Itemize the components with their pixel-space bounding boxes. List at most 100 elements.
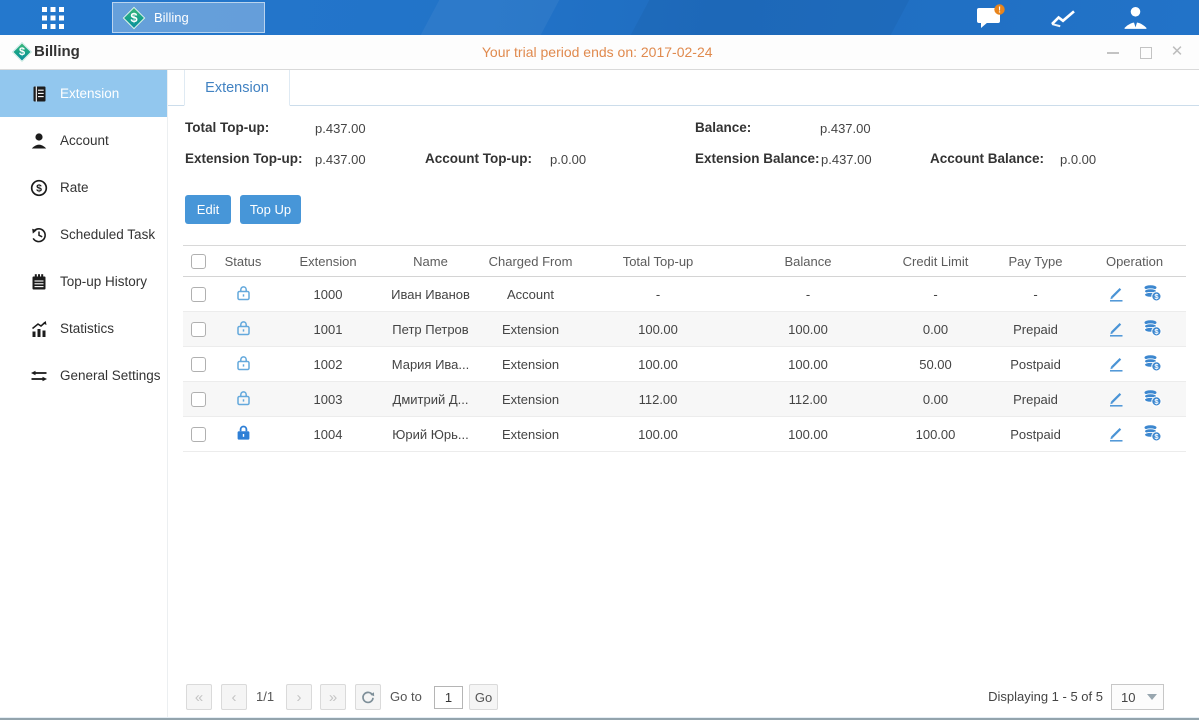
cell-balance: 100.00 — [733, 347, 883, 382]
row-checkbox[interactable] — [191, 322, 206, 337]
svg-text:$: $ — [36, 182, 42, 194]
edit-pencil-icon[interactable] — [1107, 284, 1125, 302]
sidebar-item-rate[interactable]: $ Rate — [0, 164, 167, 211]
lock-status-icon[interactable] — [234, 388, 253, 407]
extension-table: Status Extension Name Charged From Total… — [183, 245, 1186, 452]
lock-status-icon[interactable] — [234, 353, 253, 372]
maximize-icon[interactable] — [1137, 44, 1153, 60]
cell-pay-type: Prepaid — [988, 382, 1083, 417]
sidebar: Extension Account $ Rate Scheduled T — [0, 70, 168, 718]
user-account-icon[interactable] — [1119, 5, 1151, 31]
extension-balance-label: Extension Balance: — [695, 151, 820, 166]
topup-coins-icon[interactable]: $ — [1143, 354, 1162, 372]
row-checkbox[interactable] — [191, 392, 206, 407]
extension-balance-value: p.437.00 — [821, 152, 872, 167]
lock-status-icon[interactable] — [234, 423, 253, 442]
sidebar-item-scheduled-task[interactable]: Scheduled Task — [0, 211, 167, 258]
taskbar: $ Billing ! — [0, 0, 1199, 35]
col-total-topup: Total Top-up — [583, 246, 733, 277]
sidebar-item-label: General Settings — [60, 368, 161, 383]
edit-pencil-icon[interactable] — [1107, 354, 1125, 372]
main-content: Extension Total Top-up: p.437.00 Balance… — [168, 70, 1199, 718]
cell-pay-type: Postpaid — [988, 417, 1083, 452]
edit-pencil-icon[interactable] — [1107, 319, 1125, 337]
taskbar-tab-billing[interactable]: $ Billing — [112, 2, 265, 33]
last-page-button[interactable]: » — [320, 684, 346, 710]
page-size-select[interactable]: 10 — [1111, 684, 1164, 710]
window-titlebar: $ Billing Your trial period ends on: 201… — [0, 35, 1199, 70]
cell-balance: 100.00 — [733, 417, 883, 452]
top-up-button[interactable]: Top Up — [240, 195, 301, 224]
edit-pencil-icon[interactable] — [1107, 424, 1125, 442]
cell-pay-type: Prepaid — [988, 312, 1083, 347]
row-checkbox[interactable] — [191, 357, 206, 372]
sidebar-item-topup-history[interactable]: Top-up History — [0, 258, 167, 305]
sidebar-item-label: Extension — [60, 86, 119, 101]
col-status: Status — [213, 246, 273, 277]
sidebar-item-extension[interactable]: Extension — [0, 70, 167, 117]
cell-charged-from: Extension — [478, 312, 583, 347]
lock-status-icon[interactable] — [234, 318, 253, 337]
col-operation: Operation — [1083, 246, 1186, 277]
sliders-icon — [30, 367, 48, 385]
cell-charged-from: Account — [478, 277, 583, 312]
trial-message: Your trial period ends on: 2017-02-24 — [482, 44, 713, 60]
edit-button[interactable]: Edit — [185, 195, 231, 224]
cell-name: Иван Иванов — [383, 277, 478, 312]
table-row: 1003 Дмитрий Д... Extension 112.00 112.0… — [183, 382, 1186, 417]
col-name: Name — [383, 246, 478, 277]
balance-label: Balance: — [695, 120, 751, 135]
cell-charged-from: Extension — [478, 382, 583, 417]
window-title: Billing — [34, 43, 80, 60]
cell-extension: 1000 — [273, 277, 383, 312]
refresh-icon — [361, 690, 375, 704]
topup-coins-icon[interactable]: $ — [1143, 284, 1162, 302]
cell-balance: - — [733, 277, 883, 312]
sidebar-item-general-settings[interactable]: General Settings — [0, 352, 167, 399]
topup-coins-icon[interactable]: $ — [1143, 389, 1162, 407]
cell-credit-limit: 0.00 — [883, 312, 988, 347]
cell-name: Юрий Юрь... — [383, 417, 478, 452]
close-icon[interactable]: ✕ — [1169, 44, 1185, 60]
cell-name: Мария Ива... — [383, 347, 478, 382]
tab-extension[interactable]: Extension — [184, 70, 290, 106]
sidebar-item-statistics[interactable]: Statistics — [0, 305, 167, 352]
edit-pencil-icon[interactable] — [1107, 389, 1125, 407]
cell-balance: 112.00 — [733, 382, 883, 417]
cell-pay-type: Postpaid — [988, 347, 1083, 382]
goto-page-input[interactable] — [434, 686, 463, 709]
tab-strip: Extension — [168, 70, 1199, 106]
total-topup-label: Total Top-up: — [185, 120, 269, 135]
svg-text:!: ! — [998, 4, 1001, 14]
prev-page-button[interactable]: ‹ — [221, 684, 247, 710]
sidebar-item-account[interactable]: Account — [0, 117, 167, 164]
billing-diamond-icon: $ — [123, 7, 145, 29]
notifications-icon[interactable]: ! — [975, 5, 1007, 31]
lock-status-icon[interactable] — [234, 283, 253, 302]
table-row: 1001 Петр Петров Extension 100.00 100.00… — [183, 312, 1186, 347]
go-button[interactable]: Go — [469, 684, 498, 710]
apps-grid-icon[interactable] — [30, 5, 76, 31]
sidebar-item-label: Rate — [60, 180, 89, 195]
topup-coins-icon[interactable]: $ — [1143, 319, 1162, 337]
next-page-button[interactable]: › — [286, 684, 312, 710]
table-row: 1004 Юрий Юрь... Extension 100.00 100.00… — [183, 417, 1186, 452]
cell-name: Петр Петров — [383, 312, 478, 347]
cell-extension: 1003 — [273, 382, 383, 417]
col-credit-limit: Credit Limit — [883, 246, 988, 277]
refresh-button[interactable] — [355, 684, 381, 710]
select-all-checkbox[interactable] — [191, 254, 206, 269]
row-checkbox[interactable] — [191, 427, 206, 442]
minimize-icon[interactable] — [1105, 44, 1121, 60]
first-page-button[interactable]: « — [186, 684, 212, 710]
unlocked-icon — [234, 318, 253, 337]
monitor-chart-icon[interactable] — [1047, 5, 1079, 31]
topup-coins-icon[interactable]: $ — [1143, 424, 1162, 442]
col-charged-from: Charged From — [478, 246, 583, 277]
page-indicator: 1/1 — [256, 689, 274, 704]
cell-name: Дмитрий Д... — [383, 382, 478, 417]
cell-charged-from: Extension — [478, 417, 583, 452]
ledger-icon — [30, 85, 48, 103]
row-checkbox[interactable] — [191, 287, 206, 302]
extension-topup-label: Extension Top-up: — [185, 151, 303, 166]
